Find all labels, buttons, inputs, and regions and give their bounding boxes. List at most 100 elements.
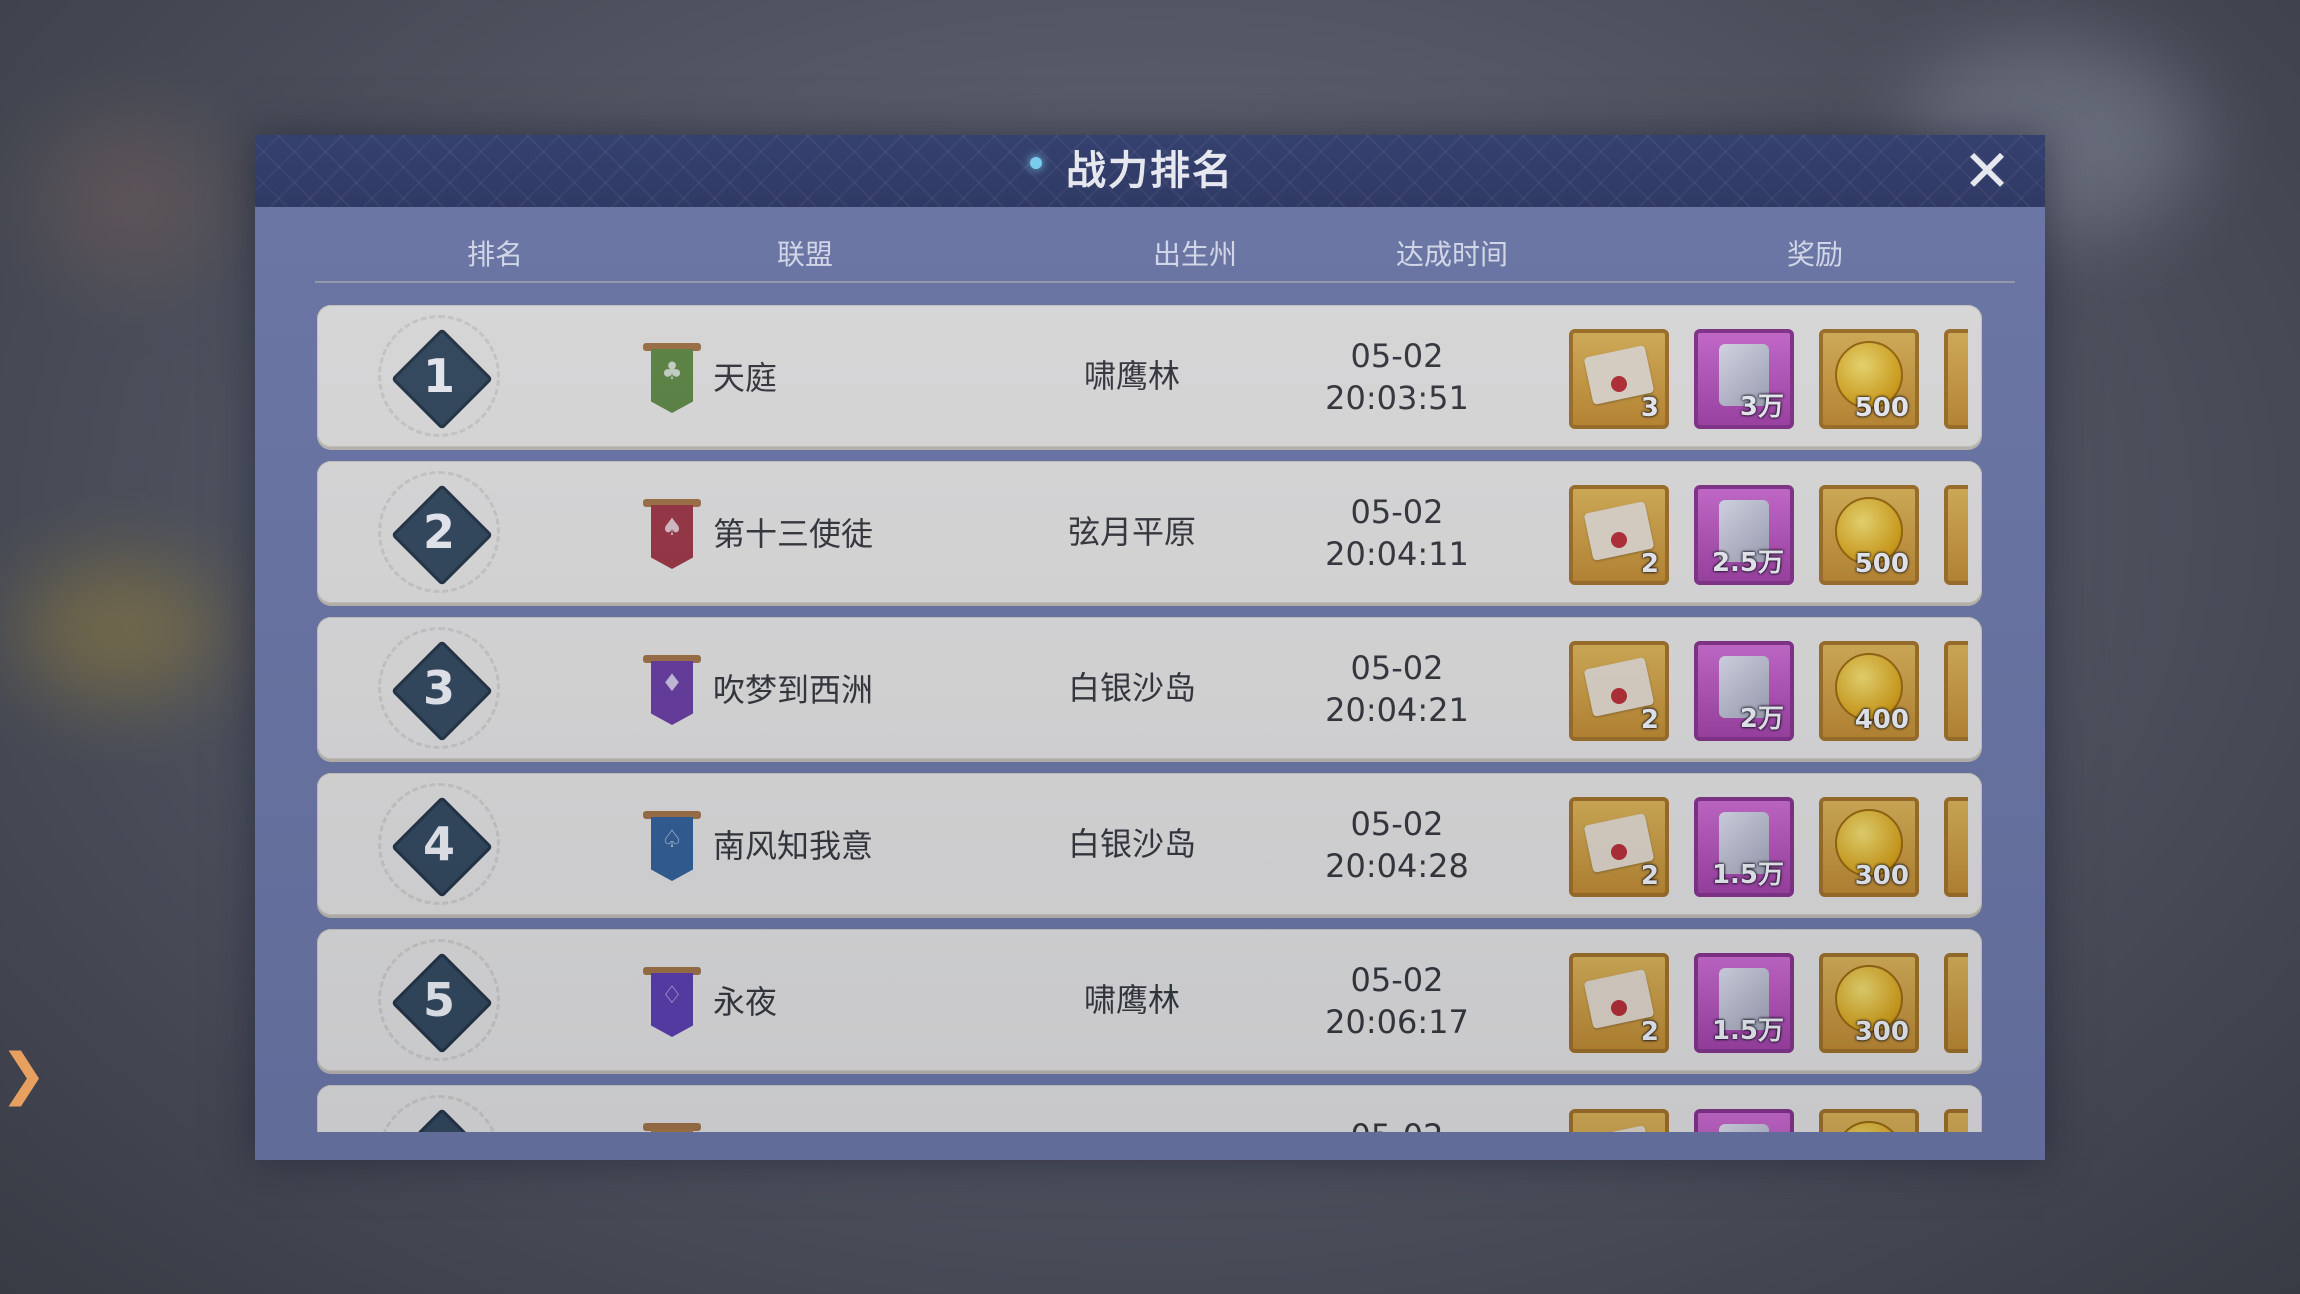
reward-scroll-item[interactable] — [1694, 1109, 1794, 1132]
achieved-time: 05-02 20:03:51 — [1325, 335, 1469, 419]
table-row[interactable]: 2 ♠ 第十三使徒 弦月平原 05-02 20:04:11 2 2.5万 500 — [317, 461, 1982, 603]
reward-more-item[interactable] — [1944, 641, 1968, 741]
alliance-banner-icon: ♣ — [643, 1123, 701, 1132]
reward-quantity: 2 — [1640, 1017, 1659, 1047]
achieved-clock: 20:04:28 — [1325, 847, 1469, 885]
reward-scroll-item[interactable]: 1.5万 — [1694, 953, 1794, 1053]
rank-badge: 4 — [378, 783, 500, 905]
reward-scroll-item[interactable]: 2万 — [1694, 641, 1794, 741]
alliance-banner-icon: ♦ — [643, 655, 701, 727]
table-row[interactable]: 1 ♣ 天庭 啸鹰林 05-02 20:03:51 3 3万 500 — [317, 305, 1982, 447]
achieved-date: 05-02 — [1351, 1115, 1444, 1132]
achieved-clock: 20:04:21 — [1325, 691, 1469, 729]
achieved-date: 05-02 — [1350, 337, 1444, 375]
birth-province: 啸鹰林 — [1083, 981, 1181, 1019]
rank-badge: 3 — [378, 627, 500, 749]
rank-number: 5 — [422, 973, 455, 1027]
reward-letter-item[interactable]: 2 — [1569, 797, 1669, 897]
reward-quantity: 1.5万 — [1711, 1016, 1784, 1046]
reward-quantity: 500 — [1854, 393, 1909, 423]
alliance-name[interactable]: 吹梦到西洲 — [713, 665, 873, 711]
reward-more-item[interactable] — [1944, 485, 1968, 585]
birth-province: 白银沙岛 — [1067, 669, 1197, 707]
alliance-name[interactable]: 第十三使徒 — [713, 509, 873, 555]
reward-quantity: 500 — [1854, 549, 1909, 579]
achieved-time: 05-02 20:06:17 — [1325, 959, 1469, 1043]
achieved-clock: 20:04:11 — [1325, 535, 1469, 573]
header-alliance: 联盟 — [776, 238, 834, 271]
reward-quantity: 300 — [1854, 1017, 1909, 1047]
alliance-name[interactable]: 天庭 — [713, 353, 777, 399]
ranking-dialog: 战力排名 ✕ 排名 联盟 出生州 达成时间 奖励 1 ♣ 天庭 啸鹰林 05-0… — [255, 135, 2045, 1160]
ranking-list[interactable]: 1 ♣ 天庭 啸鹰林 05-02 20:03:51 3 3万 500 2 ♠ 第… — [317, 305, 1982, 1132]
coin-icon — [1835, 1121, 1903, 1132]
birth-province: 啸鹰林 — [1083, 357, 1181, 395]
reward-more-item[interactable] — [1944, 1109, 1968, 1132]
letter-icon — [1583, 1125, 1655, 1132]
header-rank: 排名 — [466, 238, 524, 271]
rank-number — [392, 1109, 486, 1132]
close-icon: ✕ — [1962, 137, 2012, 205]
table-header: 排名 联盟 出生州 达成时间 奖励 — [315, 225, 2015, 283]
reward-quantity: 3 — [1640, 393, 1659, 423]
rank-badge: 5 — [378, 939, 500, 1061]
alliance-name[interactable]: 永夜 — [713, 977, 777, 1023]
reward-more-item[interactable] — [1944, 329, 1968, 429]
alliance-banner-icon: ♠ — [643, 499, 701, 571]
reward-quantity: 2 — [1640, 861, 1659, 891]
alliance-name[interactable]: 南风知我意 — [713, 821, 873, 867]
rank-badge: 1 — [378, 315, 500, 437]
alliance-banner-icon: ♣ — [643, 343, 701, 415]
scroll-icon — [1719, 1124, 1769, 1132]
reward-scroll-item[interactable]: 1.5万 — [1694, 797, 1794, 897]
reward-quantity: 2万 — [1739, 704, 1784, 734]
reward-quantity: 2 — [1640, 549, 1659, 579]
rank-number: 3 — [422, 661, 455, 715]
header-province: 出生州 — [1152, 238, 1238, 271]
achieved-time: 05-02 20:04:11 — [1325, 491, 1469, 575]
reward-scroll-item[interactable]: 3万 — [1694, 329, 1794, 429]
reward-quantity: 2.5万 — [1711, 548, 1784, 578]
reward-coin-item[interactable] — [1819, 1109, 1919, 1132]
alliance-banner-icon: ♢ — [643, 967, 701, 1039]
achieved-date: 05-02 — [1350, 649, 1444, 687]
achieved-date: 05-02 — [1350, 805, 1444, 843]
reward-quantity: 2 — [1640, 705, 1659, 735]
table-row[interactable]: ♣ 05-02 — [317, 1085, 1982, 1132]
reward-coin-item[interactable]: 400 — [1819, 641, 1919, 741]
side-expand-arrow-icon[interactable]: ❯ — [0, 1040, 47, 1110]
title-bar: 战力排名 ✕ — [255, 135, 2045, 207]
reward-letter-item[interactable]: 2 — [1569, 485, 1669, 585]
reward-quantity: 400 — [1854, 705, 1909, 735]
header-time: 达成时间 — [1395, 238, 1509, 271]
reward-quantity: 1.5万 — [1711, 860, 1784, 890]
rank-number: 4 — [422, 817, 455, 871]
achieved-time: 05-02 20:04:21 — [1325, 647, 1469, 731]
reward-scroll-item[interactable]: 2.5万 — [1694, 485, 1794, 585]
reward-more-item[interactable] — [1944, 953, 1968, 1053]
reward-coin-item[interactable]: 300 — [1819, 797, 1919, 897]
reward-quantity: 3万 — [1739, 392, 1784, 422]
achieved-time: 05-02 — [1351, 1115, 1444, 1132]
table-row[interactable]: 4 ♤ 南风知我意 白银沙岛 05-02 20:04:28 2 1.5万 300 — [317, 773, 1982, 915]
birth-province: 白银沙岛 — [1067, 825, 1197, 863]
reward-letter-item[interactable]: 2 — [1569, 641, 1669, 741]
rank-badge: 2 — [378, 471, 500, 593]
reward-more-item[interactable] — [1944, 797, 1968, 897]
header-reward: 奖励 — [1786, 238, 1844, 271]
birth-province: 弦月平原 — [1067, 513, 1197, 551]
reward-quantity: 300 — [1854, 861, 1909, 891]
reward-letter-item[interactable]: 3 — [1569, 329, 1669, 429]
achieved-date: 05-02 — [1350, 961, 1444, 999]
table-row[interactable]: 5 ♢ 永夜 啸鹰林 05-02 20:06:17 2 1.5万 300 — [317, 929, 1982, 1071]
close-button[interactable]: ✕ — [1957, 141, 2017, 201]
rank-badge — [378, 1095, 500, 1132]
reward-letter-item[interactable] — [1569, 1109, 1669, 1132]
reward-letter-item[interactable]: 2 — [1569, 953, 1669, 1053]
achieved-date: 05-02 — [1350, 493, 1444, 531]
achieved-clock: 20:03:51 — [1325, 379, 1469, 417]
reward-coin-item[interactable]: 500 — [1819, 329, 1919, 429]
reward-coin-item[interactable]: 300 — [1819, 953, 1919, 1053]
table-row[interactable]: 3 ♦ 吹梦到西洲 白银沙岛 05-02 20:04:21 2 2万 400 — [317, 617, 1982, 759]
reward-coin-item[interactable]: 500 — [1819, 485, 1919, 585]
